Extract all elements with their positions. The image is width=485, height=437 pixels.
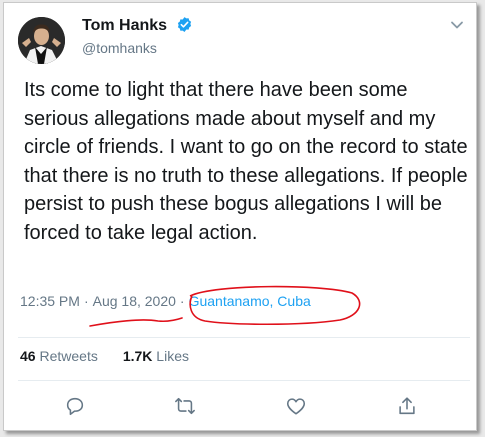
likes-label: Likes (156, 348, 189, 364)
likes-count: 1.7K (122, 348, 153, 364)
display-name[interactable]: Tom Hanks (82, 17, 167, 35)
tweet-time[interactable]: 12:35 PM (20, 293, 80, 309)
tweet-date[interactable]: Aug 18, 2020 (93, 293, 176, 309)
tweet-card: Tom Hanks @tomhanks Its come to light th… (3, 2, 477, 431)
tweet-meta: 12:35 PM · Aug 18, 2020 · Guantanamo, Cuba (20, 293, 311, 309)
verified-badge-icon (176, 16, 193, 33)
divider (18, 380, 470, 381)
retweets-stat[interactable]: 46 Retweets (20, 348, 98, 364)
meta-separator: · (83, 293, 89, 309)
share-icon[interactable] (396, 395, 418, 417)
heart-icon[interactable] (285, 395, 307, 417)
engagement-stats: 46 Retweets 1.7K Likes (20, 348, 214, 364)
meta-separator: · (179, 293, 185, 309)
retweets-label: Retweets (39, 348, 98, 364)
reply-icon[interactable] (64, 395, 86, 417)
avatar[interactable] (18, 17, 65, 64)
user-handle[interactable]: @tomhanks (82, 40, 157, 56)
retweet-icon[interactable] (174, 395, 196, 417)
chevron-down-icon[interactable] (450, 17, 464, 29)
divider (18, 337, 470, 338)
retweets-count: 46 (20, 348, 36, 364)
location-link[interactable]: Guantanamo, Cuba (189, 293, 311, 309)
tweet-text: Its come to light that there have been s… (24, 79, 468, 244)
likes-stat[interactable]: 1.7K Likes (123, 348, 189, 364)
